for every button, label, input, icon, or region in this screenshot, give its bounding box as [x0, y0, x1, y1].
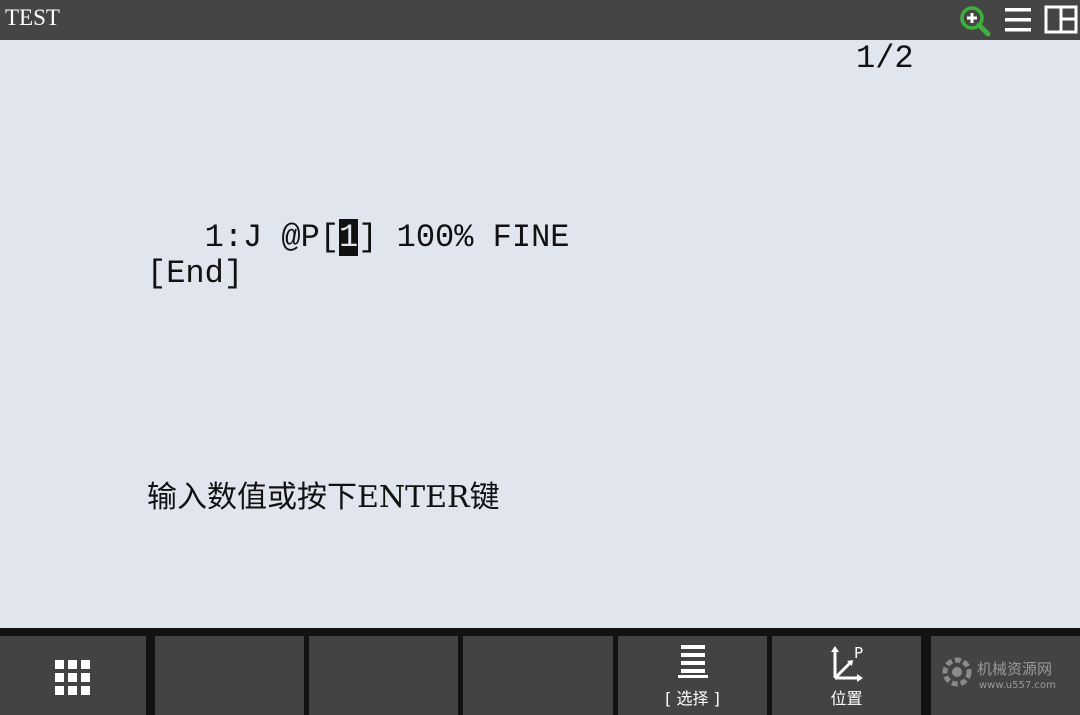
line1-prefix: 1:J @P[	[147, 219, 340, 256]
softkey-bar: [ 选择 ] P 位置 机械资源网 www.u557.com	[0, 628, 1080, 715]
zoom-in-icon[interactable]	[958, 4, 991, 37]
line1-suffix: ] 100% FINE	[358, 219, 570, 256]
list-select-icon	[677, 644, 708, 685]
watermark-url: www.u557.com	[979, 680, 1056, 691]
prompt-message: 输入数值或按下ENTER键	[147, 480, 500, 515]
watermark-title: 机械资源网	[977, 660, 1053, 678]
softkey-position[interactable]: P 位置	[772, 636, 921, 715]
menu-icon[interactable]	[1003, 4, 1035, 36]
gear-watermark-icon	[937, 652, 977, 697]
softkey-select-label: [ 选择 ]	[665, 689, 720, 708]
softkey-select[interactable]: [ 选择 ]	[618, 636, 767, 715]
program-end-line[interactable]: [End]	[147, 255, 243, 292]
edit-cursor[interactable]: 1	[339, 219, 359, 256]
softkey-f2[interactable]	[155, 636, 304, 715]
program-title: TEST	[5, 5, 60, 30]
program-line-1[interactable]: 1:J @P[1] 100% FINE	[147, 219, 569, 256]
split-view-icon[interactable]	[1044, 4, 1078, 36]
softkey-f4[interactable]	[463, 636, 613, 715]
title-bar: TEST	[0, 0, 1080, 40]
softkey-f7[interactable]: 机械资源网 www.u557.com	[931, 636, 1080, 715]
softkey-f1[interactable]	[0, 636, 146, 715]
program-editor: 1/2 1:J @P[1] 100% FINE [End] 输入数值或按下ENT…	[0, 40, 1080, 628]
page-indicator: 1/2	[856, 40, 914, 77]
grid-menu-icon	[55, 660, 91, 701]
softkey-f3[interactable]	[309, 636, 458, 715]
softkey-position-label: 位置	[830, 689, 863, 708]
position-icon-letter: P	[854, 644, 864, 662]
